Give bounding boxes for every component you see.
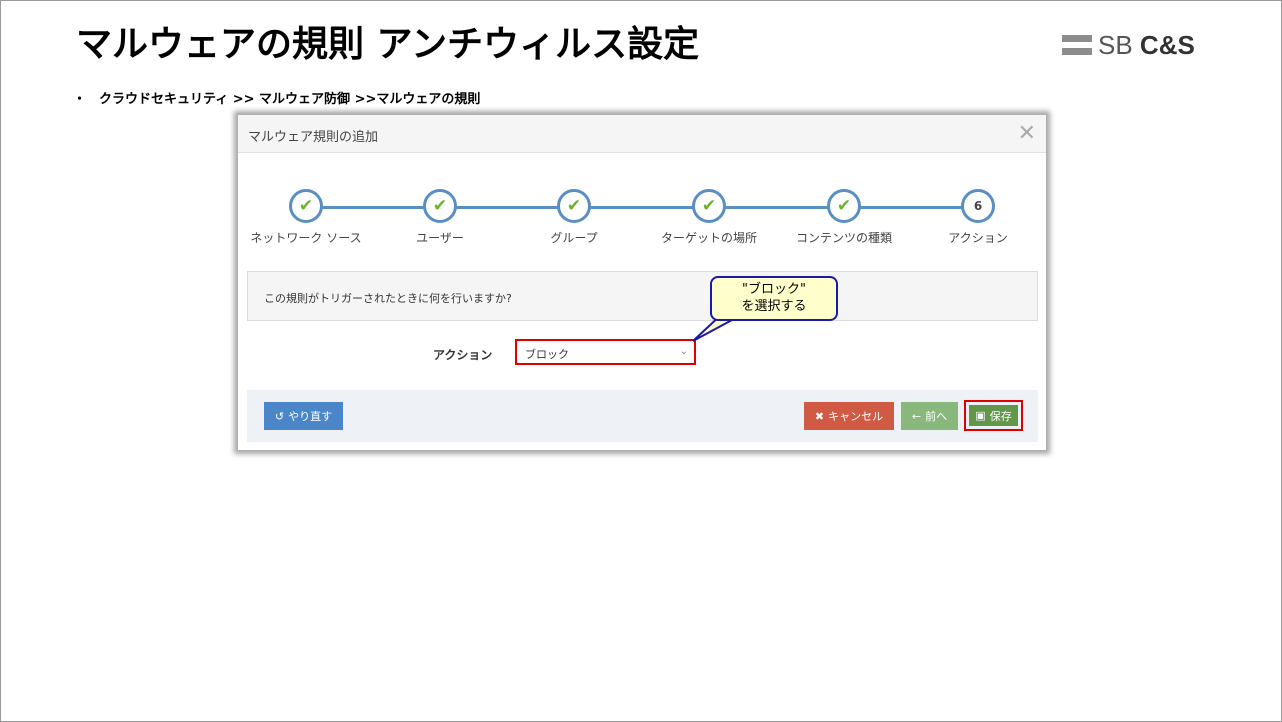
action-label: アクション: [433, 348, 493, 362]
company-logo: SB C&S: [1062, 30, 1196, 61]
arrow-left-icon: ←: [911, 409, 922, 423]
instruction-callout: "ブロック" を選択する: [710, 276, 838, 321]
redo-label: やり直す: [288, 410, 333, 423]
breadcrumb: ・クラウドセキュリティ >> マルウェア防御 >>マルウェアの規則: [73, 88, 480, 107]
previous-button[interactable]: ← 前へ: [901, 402, 958, 430]
logo-cs: C&S: [1139, 30, 1195, 60]
chevron-down-icon: ⌄: [679, 346, 688, 357]
step-content-type[interactable]: ✔ コンテンツの種類: [784, 189, 904, 246]
x-icon: ✖: [814, 409, 825, 423]
check-icon: ✔: [432, 195, 448, 216]
save-button[interactable]: ▣ 保存: [969, 405, 1018, 426]
step-target-location[interactable]: ✔ ターゲットの場所: [649, 189, 769, 246]
step-label: ネットワーク ソース: [250, 231, 362, 245]
slide-title: マルウェアの規則 アンチウィルス設定: [76, 24, 700, 65]
step-circle: ✔: [423, 189, 457, 223]
step-groups[interactable]: ✔ グループ: [514, 189, 634, 246]
step-users[interactable]: ✔ ユーザー: [380, 189, 500, 246]
undo-icon: ↺: [274, 409, 285, 423]
callout-line2: を選択する: [741, 299, 807, 314]
breadcrumb-text: クラウドセキュリティ >> マルウェア防御 >>マルウェアの規則: [99, 92, 481, 107]
dialog-header: マルウェア規則の追加 ✕: [238, 115, 1046, 153]
check-icon: ✔: [298, 195, 314, 216]
add-malware-rule-dialog: マルウェア規則の追加 ✕ ✔ ネットワーク ソース ✔ ユーザー ✔ グループ …: [237, 114, 1047, 451]
step-label: ユーザー: [416, 231, 464, 245]
wizard-stepper: ✔ ネットワーク ソース ✔ ユーザー ✔ グループ ✔ ターゲットの場所 ✔ …: [238, 189, 1048, 249]
step-action[interactable]: 6 アクション: [918, 189, 1038, 246]
step-label: グループ: [550, 231, 598, 245]
step-network-source[interactable]: ✔ ネットワーク ソース: [246, 189, 366, 246]
callout-line1: "ブロック": [742, 282, 806, 297]
cancel-label: キャンセル: [828, 410, 884, 423]
redo-button[interactable]: ↺ やり直す: [264, 402, 343, 430]
step-circle: ✔: [827, 189, 861, 223]
check-icon: ✔: [836, 195, 852, 216]
action-select[interactable]: ブロック ⌄: [515, 339, 696, 365]
question-panel: この規則がトリガーされたときに何を行いますか?: [247, 271, 1038, 321]
step-circle: 6: [961, 189, 995, 223]
step-label: コンテンツの種類: [795, 231, 892, 245]
logo-sb: SB: [1098, 30, 1133, 60]
logo-bars-icon: [1062, 35, 1092, 61]
check-icon: ✔: [701, 195, 717, 216]
slide: マルウェアの規則 アンチウィルス設定 SB C&S ・クラウドセキュリティ >>…: [0, 0, 1282, 722]
step-number: 6: [973, 199, 983, 213]
dialog-title: マルウェア規則の追加: [248, 130, 379, 145]
previous-label: 前へ: [925, 410, 948, 423]
close-icon[interactable]: ✕: [1018, 121, 1036, 146]
step-circle: ✔: [692, 189, 726, 223]
check-icon: ✔: [566, 195, 582, 216]
step-circle: ✔: [289, 189, 323, 223]
cancel-button[interactable]: ✖ キャンセル: [804, 402, 894, 430]
dialog-footer: ↺ やり直す ✖ キャンセル ← 前へ ▣ 保存: [247, 390, 1038, 442]
logo-text: SB C&S: [1098, 30, 1195, 61]
question-text: この規則がトリガーされたときに何を行いますか?: [264, 292, 512, 305]
step-label: ターゲットの場所: [660, 231, 757, 245]
step-label: アクション: [948, 231, 1008, 245]
action-select-value: ブロック: [525, 348, 569, 361]
floppy-icon: ▣: [975, 409, 986, 422]
step-circle: ✔: [557, 189, 591, 223]
breadcrumb-bullet: ・: [73, 92, 87, 107]
save-label: 保存: [989, 409, 1012, 423]
